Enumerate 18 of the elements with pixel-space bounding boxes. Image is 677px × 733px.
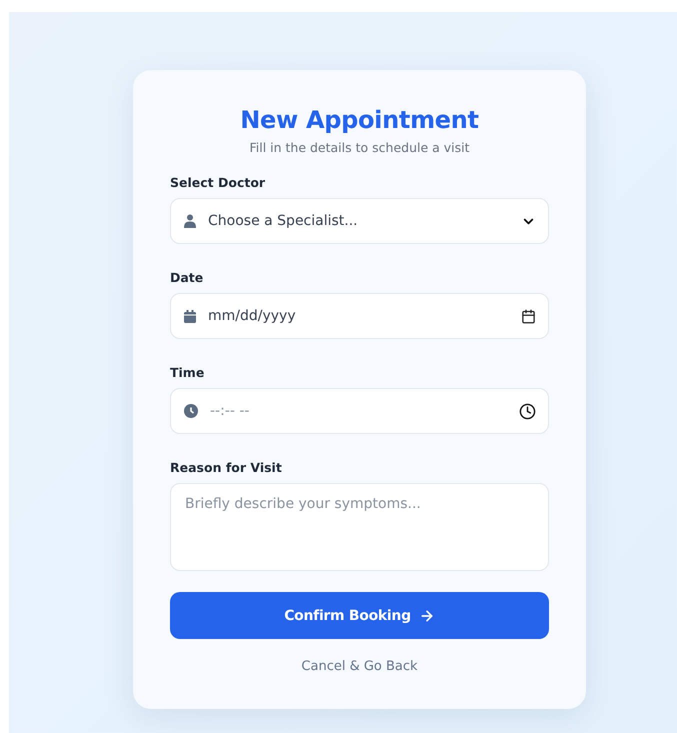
arrow-right-icon xyxy=(418,608,435,624)
time-field[interactable]: --:-- -- xyxy=(170,388,549,434)
calendar-picker-icon[interactable] xyxy=(521,308,536,324)
reason-field[interactable]: Briefly describe your symptoms... xyxy=(170,483,549,571)
field-label: Select Doctor xyxy=(170,175,266,190)
clock-icon xyxy=(184,404,198,418)
field-label: Time xyxy=(170,365,206,380)
calendar-icon xyxy=(184,310,196,322)
field-label: Date xyxy=(170,270,204,285)
doctor-icon xyxy=(184,214,196,228)
confirm-booking-button[interactable]: Confirm Booking xyxy=(170,592,549,639)
cancel-link[interactable]: Cancel & Go Back xyxy=(301,659,418,674)
date-field[interactable]: mm/dd/yyyy xyxy=(170,293,549,339)
form-subtitle: Fill in the details to schedule a visit xyxy=(248,140,471,155)
clock-picker-icon[interactable] xyxy=(519,402,536,420)
form-title: New Appointment xyxy=(239,106,480,134)
doctor-select[interactable]: Choose a Specialist... xyxy=(170,198,549,244)
field-label: Reason for Visit xyxy=(170,460,283,475)
